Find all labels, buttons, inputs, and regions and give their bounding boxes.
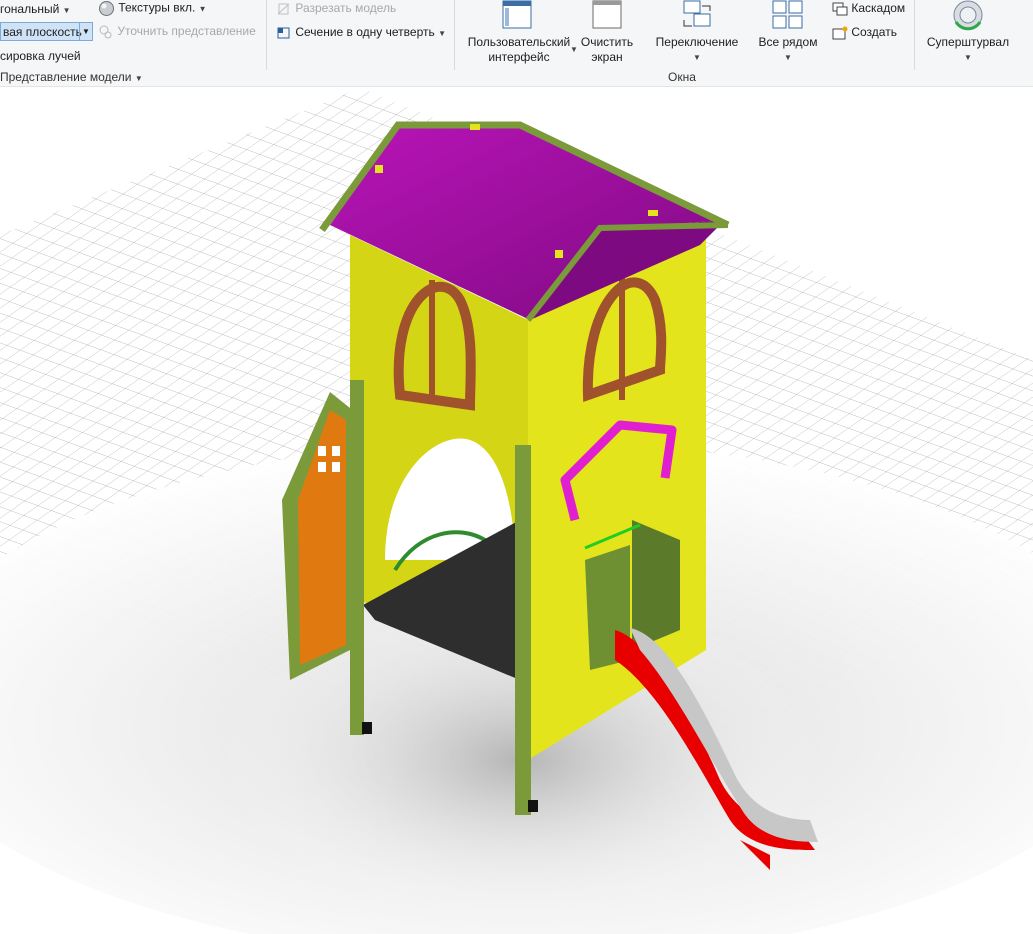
door-slot: [332, 462, 340, 472]
quarter-section-label: Сечение в одну четверть: [295, 25, 435, 39]
post-foot: [362, 722, 372, 734]
textures-button[interactable]: Текстуры вкл. ▼: [98, 0, 207, 17]
plane-value: вая плоскость: [3, 25, 82, 39]
ribbon-separator: [454, 0, 455, 70]
visual-style-label: гональный: [0, 2, 60, 16]
refine-label: Уточнить представление: [117, 24, 256, 39]
steering-wheel-icon: [953, 0, 983, 31]
clear-screen-icon: [592, 0, 622, 29]
new-window-icon: [832, 26, 848, 40]
steering-wheel-button[interactable]: Суперштурвал ▼: [918, 35, 1018, 65]
door-slot: [318, 462, 326, 472]
visual-style-dropdown[interactable]: гональный ▼: [0, 2, 71, 16]
raytrace-label: сировка лучей: [0, 49, 81, 63]
plane-dropdown[interactable]: вая плоскость ▼: [0, 22, 93, 41]
chevron-down-icon: ▼: [784, 53, 792, 62]
front-left-post: [350, 380, 364, 735]
cascade-icon: [832, 2, 848, 16]
cut-model-button[interactable]: Разрезать модель: [276, 1, 396, 16]
3d-viewport[interactable]: [0, 87, 1033, 934]
door-slot: [318, 446, 326, 456]
tile-windows-button[interactable]: Все рядом ▼: [752, 35, 824, 65]
clear-screen-button[interactable]: Очистить экран: [578, 35, 636, 65]
model-view-group-label[interactable]: Представление модели ▼: [0, 70, 143, 84]
switch-windows-icon: [683, 0, 711, 27]
cut-icon: [277, 3, 290, 15]
chevron-down-icon: ▼: [198, 4, 207, 14]
refine-icon: [99, 25, 112, 39]
ribbon: гональный ▼ Текстуры вкл. ▼ вая плоскост…: [0, 0, 1033, 87]
user-interface-button[interactable]: Пользовательский интерфейс: [466, 35, 572, 65]
user-interface-icon: [502, 0, 532, 29]
cascade-button[interactable]: Каскадом: [832, 1, 905, 16]
chevron-down-icon[interactable]: ▼: [570, 45, 578, 54]
ribbon-separator: [914, 0, 915, 70]
windows-group-label: Окна: [668, 70, 696, 84]
chevron-down-icon: ▼: [438, 29, 446, 38]
chevron-down-icon: ▼: [134, 74, 143, 83]
raytrace-button[interactable]: сировка лучей: [0, 49, 81, 63]
chevron-down-icon: ▼: [62, 6, 71, 15]
quarter-section-icon: [277, 27, 290, 39]
refine-view-button[interactable]: Уточнить представление: [98, 24, 256, 40]
post-foot: [528, 800, 538, 812]
textures-label: Текстуры вкл.: [118, 0, 196, 15]
roof-bolt: [375, 165, 383, 173]
roof-bolt: [555, 250, 563, 258]
new-window-button[interactable]: Создать: [832, 25, 897, 40]
door-slot: [332, 446, 340, 456]
new-window-label: Создать: [851, 25, 897, 39]
tile-windows-icon: [772, 0, 803, 29]
quarter-section-button[interactable]: Сечение в одну четверть ▼: [276, 25, 446, 40]
side-panel: [632, 520, 680, 650]
switch-windows-button[interactable]: Переключение ▼: [652, 35, 742, 65]
front-right-post: [515, 445, 531, 815]
cascade-label: Каскадом: [851, 1, 906, 15]
chevron-down-icon[interactable]: ▼: [79, 23, 92, 40]
roof-bolt: [648, 210, 658, 216]
chevron-down-icon: ▼: [693, 53, 701, 62]
ribbon-separator: [266, 0, 267, 70]
chevron-down-icon: ▼: [964, 53, 972, 62]
sphere-icon: [99, 1, 114, 16]
roof-bolt: [470, 124, 480, 130]
cut-model-label: Разрезать модель: [295, 1, 397, 15]
